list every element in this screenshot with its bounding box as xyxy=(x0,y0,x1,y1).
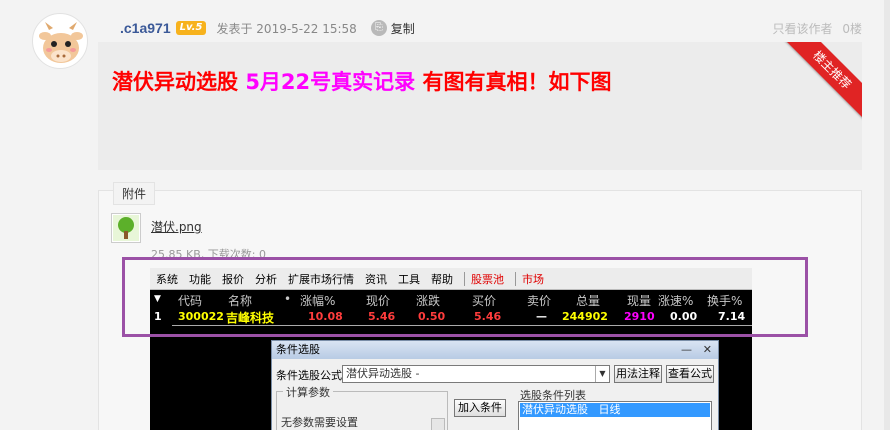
minimize-icon[interactable]: — xyxy=(681,341,692,359)
calc-params-text: 无参数需要设置 xyxy=(281,416,358,429)
level-badge: Lv.5 xyxy=(175,21,207,35)
post-content: 潜伏异动选股 5月22号真实记录 有图有真相！如下图 楼主推荐 xyxy=(98,42,862,170)
author-name[interactable]: .c1a971 xyxy=(120,20,171,36)
posted-time: 2019-5-22 15:58 xyxy=(256,21,357,36)
post-title: 潜伏异动选股 5月22号真实记录 有图有真相！如下图 xyxy=(112,66,611,96)
title-part1: 潜伏异动选股 xyxy=(112,70,238,94)
calc-scrollbar[interactable] xyxy=(431,418,445,430)
dialog-title: 条件选股 xyxy=(276,343,320,356)
copy-label: 复制 xyxy=(390,21,415,36)
formula-label: 条件选股公式 xyxy=(276,369,342,382)
only-author-link[interactable]: 只看该作者 xyxy=(773,22,833,36)
post-meta-right: 只看该作者 0楼 xyxy=(767,20,862,37)
title-part2: 5月22号真实记录 xyxy=(245,70,416,94)
condition-list-item[interactable]: 潜伏异动选股 日线 xyxy=(520,403,710,417)
copy-button[interactable]: ⎘ 复制 xyxy=(370,20,415,37)
title-part3: 有图有真相！如下图 xyxy=(422,70,612,94)
calc-params-group: 计算参数 无参数需要设置 xyxy=(276,384,448,430)
dropdown-arrow-icon[interactable]: ▼ xyxy=(595,366,609,382)
post-time: 发表于 2019-5-22 15:58 xyxy=(216,20,356,37)
attachment-tab: 附件 xyxy=(113,182,156,205)
view-formula-button[interactable]: 查看公式 xyxy=(666,365,714,383)
condition-list[interactable]: 潜伏异动选股 日线 xyxy=(518,401,712,430)
dialog-titlebar[interactable]: 条件选股 — ✕ xyxy=(272,341,718,359)
floor-number: 0楼 xyxy=(842,21,862,36)
file-thumbnail[interactable] xyxy=(111,213,141,243)
page-scrollbar[interactable] xyxy=(884,0,890,430)
user-avatar[interactable] xyxy=(32,13,88,69)
post-header: .c1a971 Lv.5 发表于 2019-5-22 15:58 ⎘ 复制 只看… xyxy=(120,18,862,38)
highlight-annotation xyxy=(122,257,808,337)
condition-select-dialog: 条件选股 — ✕ 条件选股公式 潜伏异动选股 - ▼ 用法注释 查看公式 计算参… xyxy=(271,340,719,430)
formula-select[interactable]: 潜伏异动选股 - ▼ xyxy=(342,365,610,383)
attachment-file-link[interactable]: 潜伏.png xyxy=(151,218,202,235)
close-icon[interactable]: ✕ xyxy=(703,341,712,359)
posted-label: 发表于 xyxy=(216,21,253,36)
copy-icon: ⎘ xyxy=(370,20,387,36)
usage-notes-button[interactable]: 用法注释 xyxy=(614,365,662,383)
formula-value: 潜伏异动选股 - xyxy=(346,367,420,380)
calc-params-title: 计算参数 xyxy=(283,384,333,400)
recommend-ribbon: 楼主推荐 xyxy=(781,42,862,121)
image-file-icon xyxy=(113,215,139,241)
cow-avatar-icon xyxy=(39,22,83,63)
add-condition-button[interactable]: 加入条件 xyxy=(454,399,506,417)
